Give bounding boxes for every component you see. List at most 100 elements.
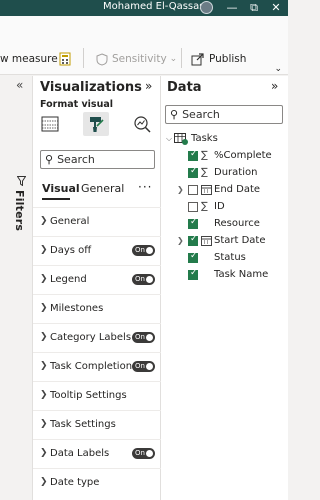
filters-label[interactable]: Filters xyxy=(13,190,26,231)
field-start-date[interactable]: ❯ Start Date xyxy=(161,232,288,249)
search-icon: ⚲ xyxy=(45,153,54,166)
close-button[interactable]: ✕ xyxy=(265,0,287,16)
expand-data-icon[interactable]: » xyxy=(271,79,278,93)
field-task-name[interactable]: Task Name xyxy=(161,266,288,283)
publish-button[interactable]: Publish xyxy=(191,50,246,68)
visualizations-search[interactable]: ⚲ Search xyxy=(40,150,155,169)
publish-label: Publish xyxy=(209,53,247,65)
section-label: Legend xyxy=(50,274,87,285)
data-search[interactable]: ⚲ Search xyxy=(165,105,283,124)
expand-visualizations-icon[interactable]: » xyxy=(145,79,152,93)
chevron-right-icon: ❯ xyxy=(40,361,48,371)
toggle-switch[interactable]: On xyxy=(132,274,155,285)
toggle-switch[interactable]: On xyxy=(132,245,155,256)
calendar-icon xyxy=(201,236,212,246)
search-placeholder: Search xyxy=(57,153,95,166)
tab-general[interactable]: General xyxy=(81,182,124,195)
visualizations-title: Visualizations xyxy=(40,80,142,95)
new-measure-label: w measure xyxy=(0,53,58,65)
section-tooltip-settings[interactable]: ❯ Tooltip Settings xyxy=(33,381,161,410)
field-checkbox[interactable] xyxy=(188,268,198,280)
chevron-right-icon: ❯ xyxy=(40,245,48,255)
build-visual-button[interactable] xyxy=(37,112,63,136)
more-options-icon[interactable]: ··· xyxy=(138,180,152,194)
section-label: General xyxy=(50,216,90,227)
field-checkbox[interactable] xyxy=(188,149,198,161)
collapse-ribbon-icon[interactable]: ⌄ xyxy=(274,64,282,74)
collapse-filters-icon[interactable]: « xyxy=(16,78,23,92)
chevron-right-icon[interactable]: ❯ xyxy=(177,185,184,194)
section-milestones[interactable]: ❯ Milestones xyxy=(33,294,161,323)
search-icon: ⚲ xyxy=(170,108,179,121)
sensitivity-button[interactable]: Sensitivity ⌄ xyxy=(96,50,177,68)
section-label: Tooltip Settings xyxy=(50,390,127,401)
chevron-right-icon: ❯ xyxy=(40,448,48,458)
field-name: %Complete xyxy=(214,150,272,161)
shield-icon xyxy=(96,52,108,66)
sigma-icon: ∑ xyxy=(201,150,208,161)
field-id[interactable]: ∑ ID xyxy=(161,198,288,215)
restore-button[interactable]: ⧉ xyxy=(243,0,265,16)
ribbon-separator xyxy=(181,48,182,68)
chevron-right-icon: ❯ xyxy=(40,332,48,342)
format-visual-button[interactable] xyxy=(83,112,109,136)
chevron-right-icon: ❯ xyxy=(40,477,48,487)
field-checkbox[interactable] xyxy=(188,201,198,212)
section-general[interactable]: ❯ General xyxy=(33,207,161,236)
chevron-right-icon: ❯ xyxy=(40,274,48,284)
format-visual-label: Format visual xyxy=(40,99,114,110)
section-date-type[interactable]: ❯ Date type xyxy=(33,468,161,497)
funnel-icon xyxy=(17,176,26,186)
section-task-settings[interactable]: ❯ Task Settings xyxy=(33,410,161,439)
data-title: Data xyxy=(167,80,202,95)
section-label: Date type xyxy=(50,477,100,488)
field-percent-complete[interactable]: ∑ %Complete xyxy=(161,147,288,164)
field-checkbox[interactable] xyxy=(188,217,198,229)
field-end-date[interactable]: ❯ End Date xyxy=(161,181,288,198)
field-checkbox[interactable] xyxy=(188,166,198,178)
toggle-switch[interactable]: On xyxy=(132,361,155,372)
section-days-off[interactable]: ❯ Days off On xyxy=(33,236,161,265)
active-tab-indicator xyxy=(42,198,70,200)
field-duration[interactable]: ∑ Duration xyxy=(161,164,288,181)
field-checkbox[interactable] xyxy=(188,234,198,246)
visualizations-pane: Visualizations » Format visual ⚲ Search … xyxy=(33,76,161,500)
section-category-labels[interactable]: ❯ Category Labels On xyxy=(33,323,161,352)
field-checkbox[interactable] xyxy=(188,184,198,195)
section-legend[interactable]: ❯ Legend On xyxy=(33,265,161,294)
chevron-right-icon: ❯ xyxy=(40,303,48,313)
field-name: Task Name xyxy=(214,269,269,280)
section-label: Category Labels xyxy=(50,332,132,343)
search-placeholder: Search xyxy=(182,108,220,121)
field-name: Status xyxy=(214,252,246,263)
chevron-right-icon[interactable]: ❯ xyxy=(177,236,184,245)
field-name: ID xyxy=(214,201,225,212)
minimize-button[interactable]: — xyxy=(221,0,243,16)
toggle-switch[interactable]: On xyxy=(132,332,155,343)
data-pane: Data » ⚲ Search ⌵ Tasks ∑ %Complete ∑ Du… xyxy=(161,76,288,500)
field-checkbox[interactable] xyxy=(188,251,198,263)
table-icon xyxy=(174,132,188,145)
field-resource[interactable]: Resource xyxy=(161,215,288,232)
format-tabs: Visual General ··· xyxy=(42,180,157,200)
user-avatar[interactable] xyxy=(200,1,213,14)
table-grid-icon xyxy=(41,116,59,132)
quick-measure-button[interactable] xyxy=(58,50,72,68)
section-data-labels[interactable]: ❯ Data Labels On xyxy=(33,439,161,468)
chevron-right-icon: ❯ xyxy=(40,216,48,226)
field-status[interactable]: Status xyxy=(161,249,288,266)
new-measure-button[interactable]: w measure xyxy=(0,50,58,68)
chevron-right-icon: ❯ xyxy=(40,419,48,429)
section-label: Data Labels xyxy=(50,448,110,459)
section-task-completion[interactable]: ❯ Task Completion On xyxy=(33,352,161,381)
sigma-icon: ∑ xyxy=(201,201,208,212)
filters-pane-collapsed[interactable]: « Filters xyxy=(0,76,33,500)
ribbon: w measure Sensitivity ⌄ Publish ⌄ xyxy=(0,16,288,75)
analytics-button[interactable] xyxy=(129,112,155,136)
table-name: Tasks xyxy=(191,133,218,144)
tab-visual[interactable]: Visual xyxy=(42,182,80,195)
toggle-switch[interactable]: On xyxy=(132,448,155,459)
user-name: Mohamed El-Qassas xyxy=(103,1,205,12)
table-tasks[interactable]: ⌵ Tasks xyxy=(161,130,288,147)
field-name: Resource xyxy=(214,218,260,229)
